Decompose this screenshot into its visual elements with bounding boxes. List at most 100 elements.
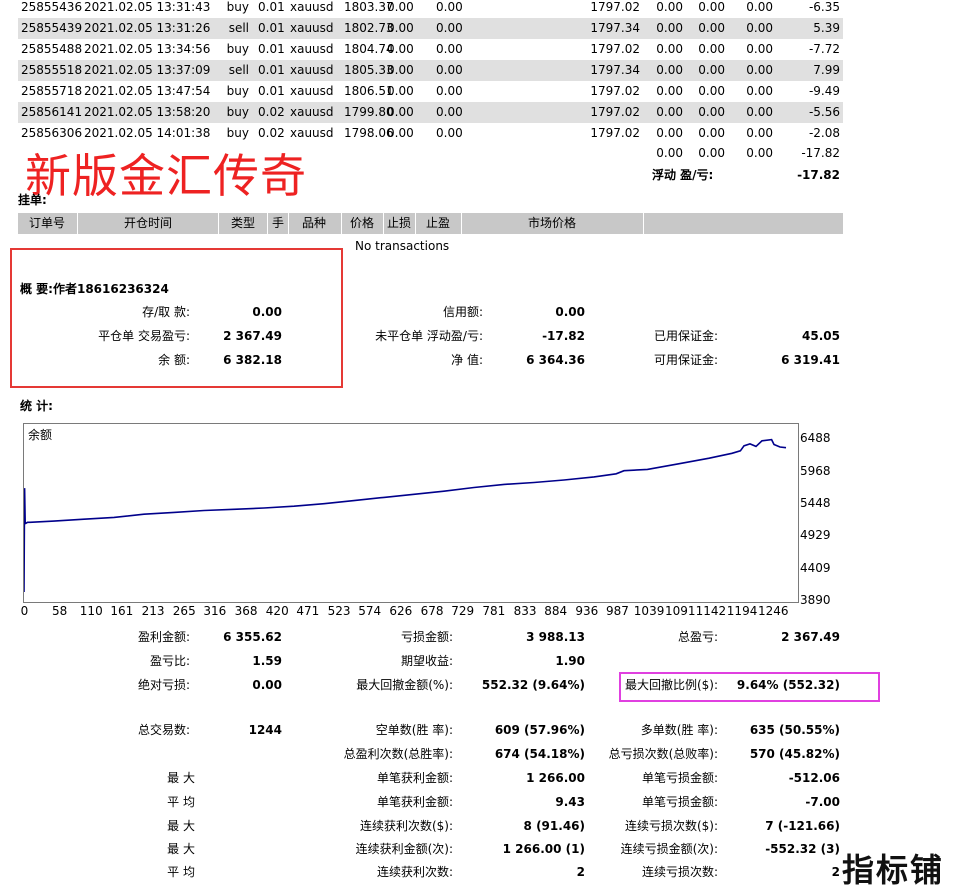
- trade-price: 1802.73: [344, 21, 394, 35]
- avg-loss-label: 单笔亏损金额:: [641, 795, 718, 809]
- trade-swap: 0.00: [746, 105, 773, 119]
- trade-type: sell: [228, 21, 249, 35]
- avg-profit-label: 单笔获利金额:: [376, 795, 453, 809]
- cons-loss-label: 连续亏损金额(次):: [620, 842, 718, 856]
- trade-taxes: 0.00: [698, 42, 725, 56]
- trade-comm: 0.00: [656, 63, 683, 77]
- floating-pl-value: -17.82: [797, 168, 840, 182]
- y-tick-label: 5968: [800, 463, 831, 478]
- trade-comm: 0.00: [656, 84, 683, 98]
- trade-row: 25855436 2021.02.05 13:31:43 buy 0.01 xauusd…: [18, 0, 843, 18]
- x-tick-label: 1194: [726, 604, 758, 618]
- avg-profit-value: 9.43: [555, 795, 585, 809]
- cons-loss-value: -552.32 (3): [765, 842, 840, 856]
- trade-sl: 0.00: [387, 21, 414, 35]
- trade-ticket: 25855439: [21, 21, 83, 35]
- x-tick-label: 58: [52, 604, 68, 618]
- trade-close: 1797.34: [590, 63, 640, 77]
- avg-cons-losses-value: 2: [831, 865, 840, 879]
- trade-swap: 0.00: [746, 42, 773, 56]
- expected-payoff-label: 期望收益:: [400, 654, 453, 668]
- trade-item: xauusd: [290, 63, 334, 77]
- loss-trades-value: 570 (45.82%): [749, 747, 840, 761]
- trade-taxes: 0.00: [698, 0, 725, 14]
- trade-price: 1805.33: [344, 63, 394, 77]
- trade-comm: 0.00: [656, 126, 683, 140]
- trade-item: xauusd: [290, 0, 334, 14]
- trade-time: 2021.02.05 13:31:26: [84, 21, 211, 35]
- trade-profit: -7.72: [808, 42, 840, 56]
- expected-payoff-value: 1.90: [555, 654, 585, 668]
- deposit-label: 存/取 款:: [142, 305, 190, 319]
- floating-value: -17.82: [542, 329, 585, 343]
- trade-taxes: 0.00: [698, 84, 725, 98]
- balance-chart: 余额: [23, 423, 799, 603]
- x-tick-label: 987: [606, 604, 629, 618]
- trade-swap: 0.00: [746, 21, 773, 35]
- trade-comm: 0.00: [656, 105, 683, 119]
- trade-type: buy: [226, 0, 249, 14]
- largest-loss-label: 单笔亏损金额:: [641, 771, 718, 785]
- trade-swap: 0.00: [746, 126, 773, 140]
- trade-row: 25855488 2021.02.05 13:34:56 buy 0.01 xauusd…: [18, 39, 843, 60]
- x-tick-label: 1091: [665, 604, 696, 618]
- avg-cons-losses-label: 连续亏损次数:: [641, 865, 718, 879]
- trade-size: 0.01: [258, 84, 285, 98]
- trade-profit: -6.35: [808, 0, 840, 14]
- chart-plot: [24, 438, 787, 593]
- trade-row: 25856306 2021.02.05 14:01:38 buy 0.02 xauusd…: [18, 123, 843, 144]
- trade-price: 1803.37: [344, 0, 394, 14]
- avg-cons-wins-value: 2: [576, 865, 585, 879]
- y-tick-label: 3890: [800, 593, 831, 607]
- total-commission: 0.00: [656, 146, 683, 160]
- trade-profit: 5.39: [813, 21, 840, 35]
- x-tick-label: 316: [203, 604, 227, 618]
- trade-type: buy: [226, 84, 249, 98]
- trade-size: 0.01: [258, 42, 285, 56]
- trade-ticket: 25855718: [21, 84, 83, 98]
- floating-label: 未平仓单 浮动盈/亏:: [375, 329, 483, 343]
- trade-close: 1797.02: [590, 0, 640, 14]
- cons-losses-label: 连续亏损次数($):: [624, 819, 718, 833]
- profit-factor-label: 盈亏比:: [149, 654, 190, 668]
- trade-tp: 0.00: [436, 0, 463, 14]
- trade-tp: 0.00: [436, 105, 463, 119]
- short-trades-label: 空单数(胜 率):: [375, 723, 453, 737]
- pending-header: 订单号 开仓时间 类型 手 品种 价格 止损 止盈 市场价格: [18, 213, 843, 234]
- net-profit-label: 总盈亏:: [677, 630, 718, 644]
- summary-title: 概 要:作者18616236324: [20, 282, 169, 296]
- x-tick-label: 781: [482, 604, 506, 618]
- x-tick-label: 884: [544, 604, 568, 618]
- trade-row: 25856141 2021.02.05 13:58:20 buy 0.02 xauusd…: [18, 102, 843, 123]
- largest-profit-value: 1 266.00: [526, 771, 585, 785]
- y-tick-label: 4409: [800, 560, 831, 575]
- avg-loss-value: -7.00: [805, 795, 840, 809]
- gross-loss-label: 亏损金额:: [400, 630, 453, 644]
- pending-col-ticket: 订单号: [28, 216, 65, 230]
- x-tick-label: 110: [79, 604, 103, 618]
- trade-size: 0.01: [258, 21, 285, 35]
- trade-item: xauusd: [290, 105, 334, 119]
- x-tick-label: 833: [513, 604, 537, 618]
- trade-type: sell: [228, 63, 249, 77]
- total-trades-label: 总交易数:: [137, 723, 190, 737]
- trade-tp: 0.00: [436, 84, 463, 98]
- trade-ticket: 25855518: [21, 63, 83, 77]
- trade-comm: 0.00: [656, 42, 683, 56]
- cons-wins-value: 8 (91.46): [523, 819, 585, 833]
- largest-profit-label: 单笔获利金额:: [376, 771, 453, 785]
- pending-title: 挂单:: [18, 193, 47, 207]
- no-transactions: No transactions: [355, 239, 450, 253]
- absolute-dd-value: 0.00: [252, 678, 282, 692]
- trade-time: 2021.02.05 14:01:38: [84, 126, 211, 140]
- trade-type: buy: [226, 42, 249, 56]
- trade-time: 2021.02.05 13:47:54: [84, 84, 211, 98]
- trade-item: xauusd: [290, 126, 334, 140]
- trade-type: buy: [226, 105, 249, 119]
- loss-trades-label: 总亏损次数(总败率):: [608, 747, 718, 761]
- trade-close: 1797.02: [590, 105, 640, 119]
- gross-loss-value: 3 988.13: [526, 630, 585, 644]
- relative-dd-value: 9.64% (552.32): [736, 678, 840, 692]
- trade-size: 0.01: [258, 0, 285, 14]
- closed-pl-value: 2 367.49: [223, 329, 282, 343]
